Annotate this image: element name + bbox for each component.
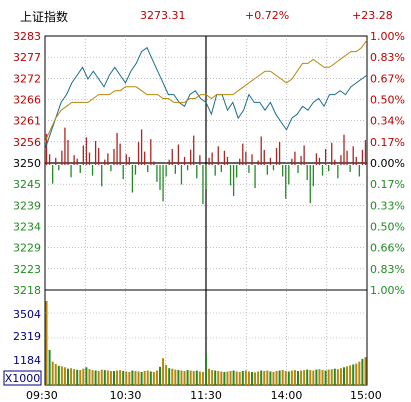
price-tick-label: 3272 bbox=[13, 72, 41, 85]
price-tick-label: 3283 bbox=[13, 30, 41, 43]
percent-tick-label: 0.83% bbox=[370, 263, 405, 276]
price-tick-label: 3256 bbox=[13, 136, 41, 149]
price-tick-label: 3239 bbox=[13, 199, 41, 212]
time-tick-label: 14:00 bbox=[271, 389, 303, 402]
percent-tick-label: 0.83% bbox=[370, 51, 405, 64]
percent-tick-label: 0.66% bbox=[370, 242, 405, 255]
percent-tick-label: 1.00% bbox=[370, 284, 405, 297]
percent-tick-label: 0.50% bbox=[370, 221, 405, 234]
percent-tick-label: 0.50% bbox=[370, 94, 405, 107]
time-tick-label: 09:30 bbox=[26, 389, 58, 402]
percent-tick-label: 0.00% bbox=[370, 157, 405, 170]
percent-tick-label: 0.17% bbox=[370, 178, 405, 191]
time-tick-label: 15:00 bbox=[350, 389, 382, 402]
time-tick-label: 11:30 bbox=[190, 389, 222, 402]
volume-tick-label: 3504 bbox=[13, 308, 41, 321]
percent-tick-label: 0.33% bbox=[370, 199, 405, 212]
time-tick-label: 10:30 bbox=[110, 389, 142, 402]
price-tick-label: 3229 bbox=[13, 242, 41, 255]
volume-tick-label: 2319 bbox=[13, 330, 41, 343]
price-tick-label: 3277 bbox=[13, 51, 41, 64]
price-tick-label: 3234 bbox=[13, 221, 41, 234]
intraday-chart[interactable]: 3283 3277 3272 3266 3261 3256 3250 3245 3239 3234… bbox=[0, 0, 411, 402]
percent-tick-label: 1.00% bbox=[370, 30, 405, 43]
price-tick-label: 3266 bbox=[13, 94, 41, 107]
price-tick-label: 3223 bbox=[13, 263, 41, 276]
price-tick-label: 3245 bbox=[13, 178, 41, 191]
percent-tick-label: 0.34% bbox=[370, 115, 405, 128]
price-tick-label: 3250 bbox=[13, 157, 41, 170]
price-tick-label: 3261 bbox=[13, 115, 41, 128]
volume-unit-label: X1000 bbox=[5, 372, 41, 385]
price-tick-label: 3218 bbox=[13, 284, 41, 297]
percent-tick-label: 0.17% bbox=[370, 136, 405, 149]
percent-tick-label: 0.67% bbox=[370, 72, 405, 85]
volume-tick-label: 1184 bbox=[13, 354, 41, 367]
